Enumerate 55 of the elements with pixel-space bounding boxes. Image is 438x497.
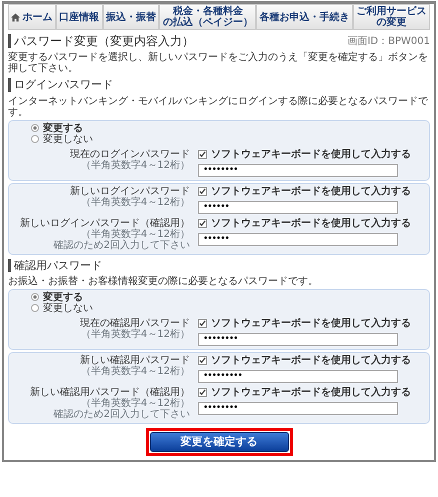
page-title: パスワード変更（変更内容入力） [8,34,194,48]
nav-tab[interactable]: 振込・振替 [102,4,160,29]
radio-button[interactable] [31,124,39,132]
nav-tab[interactable]: 口座情報 [56,4,103,29]
field-note: （半角英数字4～12桁） [80,366,190,377]
checkbox-label: ソフトウェアキーボードを使用して入力する [211,148,411,160]
checkbox[interactable] [198,318,207,328]
nav-tab[interactable]: ホーム [8,4,56,29]
radio-button[interactable] [31,293,39,302]
checkbox-label: ソフトウェアキーボードを使用して入力する [211,218,411,229]
field-label: 新しいログインパスワード [69,186,190,197]
radio-label: 変更しない [43,302,93,314]
field-label: 現在のログインパスワード [69,148,190,160]
password-field[interactable]: •••••••• [198,402,398,415]
checkbox-label: ソフトウェアキーボードを使用して入力する [211,386,411,398]
nav-tab[interactable]: 税金・各種料金 の払込（ペイジー） [159,4,256,29]
nav-tab[interactable]: ご利用サービス の変更 [353,4,430,29]
checkbox[interactable] [198,388,207,397]
radio-button[interactable] [31,304,39,312]
field-note: （半角英数字4～12桁） [80,160,190,171]
password-field[interactable]: ••••••••• [198,370,398,383]
field-note: 確認のため2回入力して下さい [52,240,190,251]
submit-button[interactable]: 変更を確定する [150,432,288,452]
password-field[interactable]: •••••• [198,200,398,214]
field-note: 確認のため2回入力して下さい [52,408,190,420]
section-description: インターネットバンキング・モバイルバンキングにログインする際に必要となるパスワードです。 [8,96,429,118]
screen-id: 画面ID：BPW001 [347,36,430,47]
section-description: お振込・お振替・お客様情報変更の際に必要となるパスワードです。 [8,276,319,287]
field-note: （半角英数字4～12桁） [80,196,190,208]
checkbox-label: ソフトウェアキーボードを使用して入力する [211,354,411,366]
radio-button[interactable] [31,135,39,144]
checkbox[interactable] [198,356,207,365]
checkbox[interactable] [198,218,207,228]
field-label: 新しい確認用パスワード（確認用） [29,386,190,398]
password-field[interactable]: •••••••• [198,332,398,346]
password-field[interactable]: •••••••• [198,164,398,177]
checkbox-label: ソフトウェアキーボードを使用して入力する [211,318,411,329]
radio-label: 変更しない [43,134,93,145]
section-heading: 確認用パスワード [8,258,430,272]
description-text: 変更するパスワードを選択し、新しいパスワードをご入力のうえ「変更を確定する」ボタンを押して下さい。 [8,52,429,74]
radio-label: 変更する [43,292,83,303]
field-note: （半角英数字4～12桁） [80,328,190,340]
checkbox-label: ソフトウェアキーボードを使用して入力する [211,186,411,197]
checkbox[interactable] [198,186,207,196]
password-field[interactable]: •••••• [198,232,398,246]
nav-tab[interactable]: 各種お申込・手続き [256,4,354,29]
section-heading: ログインパスワード [8,78,430,92]
radio-label: 変更する [43,122,83,134]
field-label: 新しい確認用パスワード [79,354,190,366]
checkbox[interactable] [198,150,207,159]
field-label: 現在の確認用パスワード [79,318,190,329]
home-icon [11,12,20,22]
field-note: （半角英数字4～12桁） [80,398,190,409]
field-note: （半角英数字4～12桁） [80,228,190,240]
field-label: 新しいログインパスワード（確認用） [19,218,190,229]
